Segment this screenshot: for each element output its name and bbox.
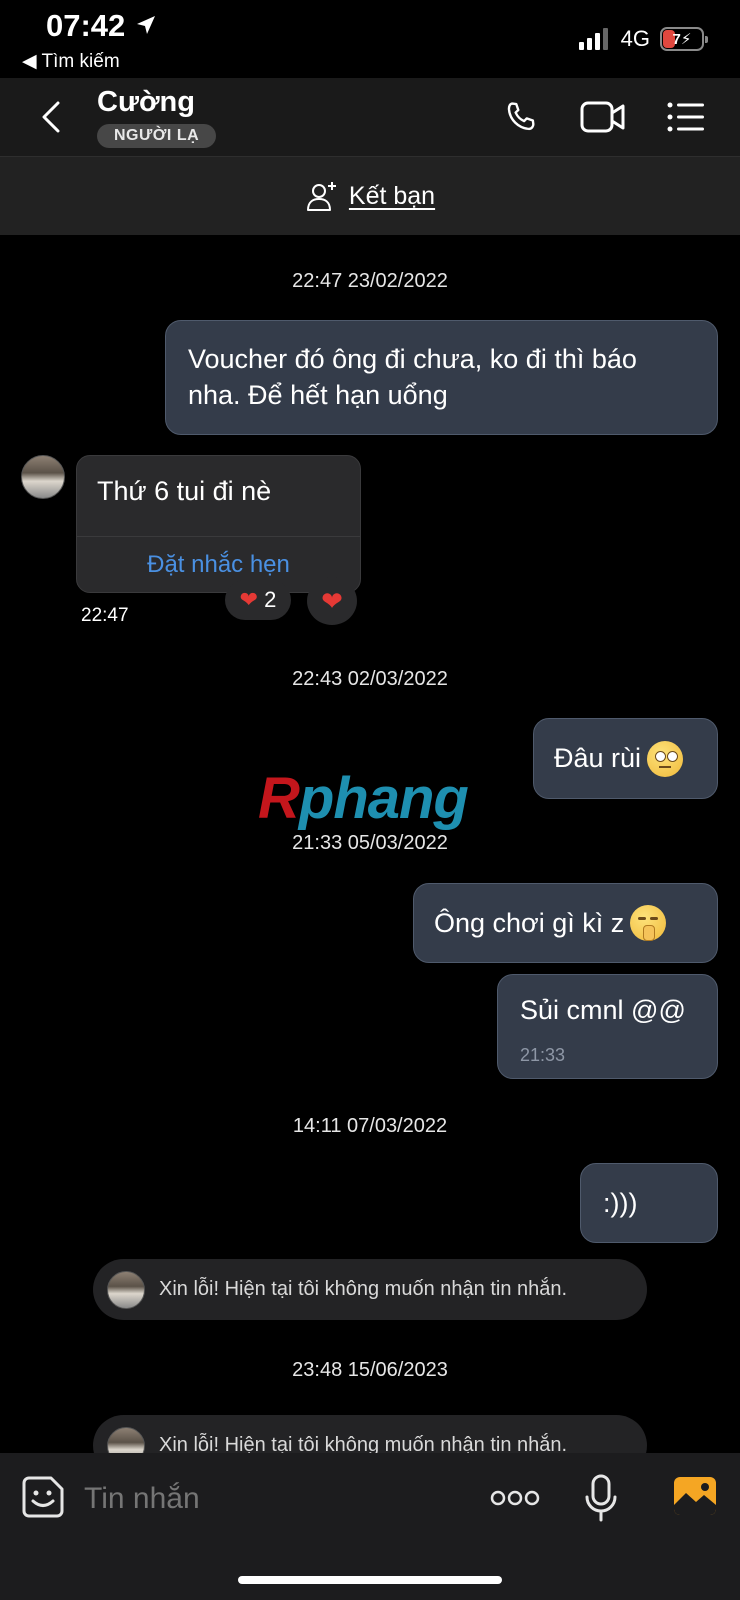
phone-icon[interactable] bbox=[502, 98, 540, 136]
outgoing-message[interactable]: Sủi cmnl @@ 21:33 bbox=[497, 974, 718, 1079]
video-call-icon[interactable] bbox=[580, 100, 626, 134]
avatar bbox=[107, 1426, 145, 1453]
status-time: 07:42 bbox=[46, 8, 158, 44]
set-reminder-link[interactable]: Đặt nhắc hẹn bbox=[77, 551, 360, 579]
back-chevron-icon[interactable] bbox=[38, 100, 66, 134]
avatar[interactable] bbox=[21, 455, 65, 499]
network-type: 4G bbox=[620, 26, 650, 51]
incoming-message[interactable]: Thứ 6 tui đi nè Đặt nhắc hẹn bbox=[76, 455, 361, 593]
message-text: Sủi cmnl @@ bbox=[520, 995, 686, 1025]
signal-icon bbox=[578, 28, 608, 50]
rolling-eyes-emoji-icon bbox=[647, 740, 684, 777]
watermark-logo: Rphang bbox=[258, 765, 469, 832]
message-text: :))) bbox=[603, 1187, 638, 1218]
stranger-badge: NGƯỜI LẠ bbox=[97, 124, 217, 148]
add-friend-label[interactable]: Kết bạn bbox=[349, 182, 435, 211]
sticker-icon[interactable] bbox=[21, 1475, 65, 1519]
reaction-count: 2 bbox=[264, 587, 277, 612]
timestamp-divider: 22:47 23/02/2022 bbox=[292, 270, 448, 292]
heart-icon: ❤ bbox=[321, 585, 343, 616]
outgoing-message[interactable]: Ông chơi gì kì z bbox=[413, 883, 718, 963]
location-arrow-icon bbox=[136, 16, 155, 34]
timestamp-divider: 22:43 02/03/2022 bbox=[292, 668, 448, 690]
menu-list-icon[interactable] bbox=[667, 102, 705, 132]
watermark-rest: phang bbox=[298, 766, 469, 831]
microphone-icon[interactable] bbox=[584, 1473, 618, 1523]
timestamp-divider: 14:11 07/03/2022 bbox=[292, 1115, 448, 1137]
react-button[interactable]: ❤ bbox=[307, 577, 357, 625]
heart-icon: ❤ bbox=[239, 587, 259, 612]
reaction-summary[interactable]: ❤ 2 bbox=[225, 580, 291, 620]
more-dots-icon[interactable] bbox=[490, 1488, 540, 1508]
status-indicators: 4G 7 ⚡ bbox=[578, 26, 708, 52]
chat-header: Cường NGƯỜI LẠ bbox=[0, 78, 740, 157]
system-notice: Xin lỗi! Hiện tại tôi không muốn nhận ti… bbox=[93, 1259, 647, 1320]
system-notice-text: Xin lỗi! Hiện tại tôi không muốn nhận ti… bbox=[159, 1434, 568, 1453]
message-text: Voucher đó ông đi chưa, ko đi thì báo nh… bbox=[188, 344, 637, 410]
add-friend-icon bbox=[306, 182, 336, 211]
message-time: 22:47 bbox=[81, 605, 129, 626]
timestamp-divider: 21:33 05/03/2022 bbox=[292, 832, 448, 854]
contact-name[interactable]: Cường bbox=[97, 86, 195, 119]
message-text: Thứ 6 tui đi nè bbox=[97, 476, 272, 506]
watermark-r: R bbox=[258, 766, 300, 831]
message-text: Ông chơi gì kì z bbox=[434, 907, 625, 938]
outgoing-message[interactable]: :))) bbox=[580, 1163, 718, 1243]
shushing-face-emoji-icon bbox=[630, 905, 667, 941]
message-input[interactable] bbox=[82, 1473, 466, 1525]
system-notice-clip: Xin lỗi! Hiện tại tôi không muốn nhận ti… bbox=[93, 1415, 647, 1453]
system-notice: Xin lỗi! Hiện tại tôi không muốn nhận ti… bbox=[93, 1415, 647, 1453]
message-time: 21:33 bbox=[520, 1045, 566, 1065]
system-notice-text: Xin lỗi! Hiện tại tôi không muốn nhận ti… bbox=[159, 1278, 568, 1300]
photo-icon[interactable] bbox=[672, 1475, 718, 1517]
message-text: Đâu rùi bbox=[554, 743, 642, 773]
back-to-search-link[interactable]: ◀ Tìm kiếm bbox=[22, 50, 120, 73]
outgoing-message[interactable]: Đâu rùi bbox=[533, 718, 718, 799]
battery-icon: 7 ⚡ bbox=[660, 27, 708, 51]
home-indicator bbox=[238, 1576, 502, 1584]
add-friend-bar[interactable]: Kết bạn bbox=[0, 157, 740, 235]
timestamp-divider: 23:48 15/06/2023 bbox=[292, 1359, 448, 1381]
outgoing-message[interactable]: Voucher đó ông đi chưa, ko đi thì báo nh… bbox=[165, 320, 718, 435]
avatar bbox=[107, 1270, 145, 1309]
